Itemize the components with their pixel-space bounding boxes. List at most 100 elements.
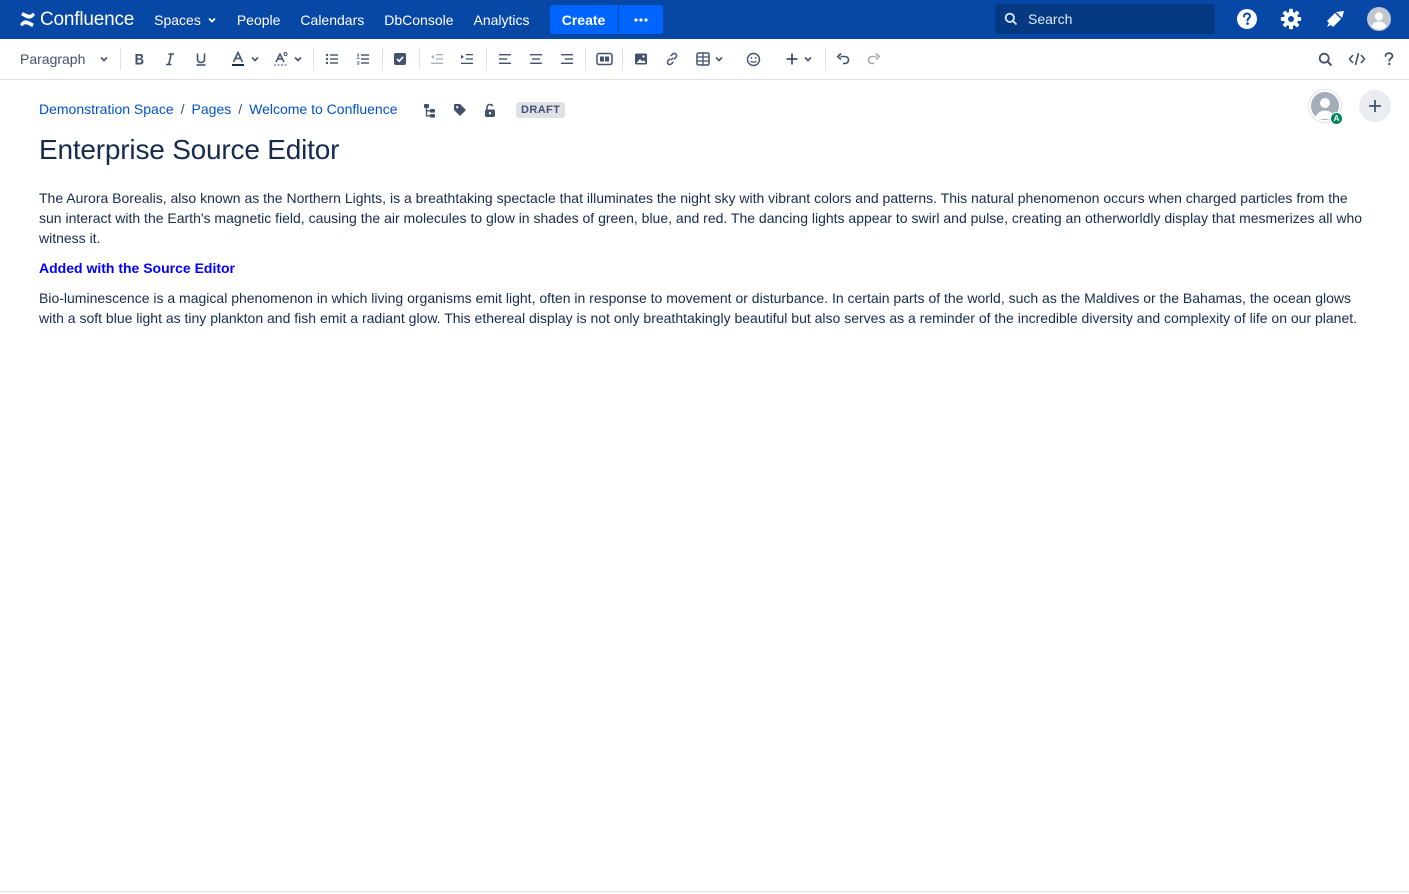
body-paragraph: Bio-luminescence is a magical phenomenon… xyxy=(39,290,1358,326)
redo-button[interactable] xyxy=(866,49,882,69)
outdent-icon xyxy=(431,54,443,64)
invite-collaborator-button[interactable] xyxy=(1359,90,1391,122)
more-horizontal-icon xyxy=(633,17,648,22)
restrictions-unlock-icon[interactable] xyxy=(482,102,498,118)
italic-icon xyxy=(166,53,174,66)
insert-table-button[interactable] xyxy=(694,49,726,69)
page-tree-location-icon[interactable] xyxy=(421,102,437,118)
underline-button[interactable] xyxy=(193,49,209,69)
checkbox-icon xyxy=(394,53,406,65)
text-color-button[interactable] xyxy=(228,49,262,69)
more-formatting-button[interactable] xyxy=(271,49,305,69)
find-replace-button[interactable] xyxy=(1317,49,1333,69)
chevron-down-icon xyxy=(100,56,108,62)
confluence-logo-icon xyxy=(20,12,35,27)
redo-icon xyxy=(867,52,881,65)
create-button[interactable]: Create xyxy=(549,5,618,34)
toolbar-divider xyxy=(622,48,623,70)
outdent-button[interactable] xyxy=(429,49,445,69)
layout-icon xyxy=(595,52,613,66)
insert-emoji-button[interactable] xyxy=(744,49,762,69)
toolbar-divider xyxy=(120,48,121,70)
align-left-icon xyxy=(499,54,511,64)
align-left-button[interactable] xyxy=(497,49,513,69)
page-layout-button[interactable] xyxy=(594,49,614,69)
search-input[interactable] xyxy=(1028,11,1198,27)
link-icon xyxy=(666,52,678,66)
insert-more-button[interactable] xyxy=(783,49,815,69)
bold-icon xyxy=(135,54,144,65)
toolbar-divider xyxy=(825,48,826,70)
breadcrumb: Demonstration Space / Pages / Welcome to… xyxy=(39,101,398,117)
plus-icon xyxy=(786,53,798,65)
search-box[interactable] xyxy=(995,4,1215,34)
toolbar-divider xyxy=(382,48,383,70)
table-icon xyxy=(696,52,710,66)
breadcrumb-separator: / xyxy=(180,101,185,117)
toolbar-divider xyxy=(585,48,586,70)
nav-calendars[interactable]: Calendars xyxy=(290,0,374,39)
create-more-button[interactable] xyxy=(617,5,663,34)
chevron-down-icon xyxy=(715,56,723,62)
toolbar-divider xyxy=(486,48,487,70)
align-right-button[interactable] xyxy=(559,49,575,69)
italic-button[interactable] xyxy=(162,49,178,69)
notifications-megaphone-icon[interactable] xyxy=(1323,7,1347,31)
bold-button[interactable] xyxy=(131,49,147,69)
numbered-list-icon xyxy=(357,53,369,65)
source-editor-button[interactable] xyxy=(1347,49,1367,69)
image-icon xyxy=(635,53,647,65)
help-icon[interactable] xyxy=(1235,7,1259,31)
chevron-down-icon xyxy=(294,56,302,62)
nav-spaces-label: Spaces xyxy=(154,11,201,28)
align-center-button[interactable] xyxy=(528,49,544,69)
confluence-logo[interactable]: Confluence xyxy=(19,0,134,39)
settings-gear-icon[interactable] xyxy=(1279,7,1303,31)
underline-icon xyxy=(196,53,206,66)
text-color-icon xyxy=(232,51,244,66)
user-profile-icon[interactable] xyxy=(1367,7,1391,31)
breadcrumb-space-link[interactable]: Demonstration Space xyxy=(39,101,174,117)
draft-status-badge: DRAFT xyxy=(516,102,566,118)
nav-people[interactable]: People xyxy=(227,0,291,39)
toolbar-divider xyxy=(419,48,420,70)
task-list-button[interactable] xyxy=(392,49,408,69)
editor-help-button[interactable] xyxy=(1381,49,1397,69)
nav-dbconsole[interactable]: DbConsole xyxy=(374,0,463,39)
insert-image-button[interactable] xyxy=(633,49,649,69)
bullet-list-button[interactable] xyxy=(324,49,340,69)
page-body-editor[interactable]: The Aurora Borealis, also known as the N… xyxy=(39,188,1374,338)
editor-toolbar: Paragraph xyxy=(0,39,1409,80)
code-icon xyxy=(1348,52,1366,66)
question-mark-icon xyxy=(1384,52,1394,66)
logo-text: Confluence xyxy=(40,8,135,30)
insert-link-button[interactable] xyxy=(664,49,680,69)
collaborator-presence-badge: A xyxy=(1330,112,1343,125)
page-title[interactable]: Enterprise Source Editor xyxy=(39,134,339,166)
nav-analytics[interactable]: Analytics xyxy=(464,0,540,39)
page-bottom-divider xyxy=(0,891,1409,892)
breadcrumb-pages-link[interactable]: Pages xyxy=(192,101,232,117)
top-navigation-bar: Confluence Spaces People Calendars DbCon… xyxy=(0,0,1409,39)
emoji-icon xyxy=(746,52,760,66)
create-button-group: Create xyxy=(549,5,663,34)
chevron-down-icon xyxy=(804,56,812,62)
labels-tag-icon[interactable] xyxy=(452,102,468,118)
align-center-icon xyxy=(530,54,542,64)
align-right-icon xyxy=(561,54,573,64)
toolbar-divider xyxy=(313,48,314,70)
bullet-list-icon xyxy=(325,53,338,65)
plus-icon xyxy=(1369,100,1381,112)
breadcrumb-parent-link[interactable]: Welcome to Confluence xyxy=(249,101,397,117)
clear-formatting-icon xyxy=(274,52,288,66)
source-editor-heading: Added with the Source Editor xyxy=(39,260,236,276)
search-icon xyxy=(1004,12,1018,26)
paragraph-style-select[interactable]: Paragraph xyxy=(20,49,109,69)
undo-button[interactable] xyxy=(835,49,851,69)
nav-spaces[interactable]: Spaces xyxy=(144,0,227,39)
body-paragraph: The Aurora Borealis, also known as the N… xyxy=(39,190,1363,246)
paragraph-style-label: Paragraph xyxy=(20,51,86,67)
indent-button[interactable] xyxy=(459,49,475,69)
chevron-down-icon xyxy=(251,56,259,62)
numbered-list-button[interactable] xyxy=(355,49,371,69)
